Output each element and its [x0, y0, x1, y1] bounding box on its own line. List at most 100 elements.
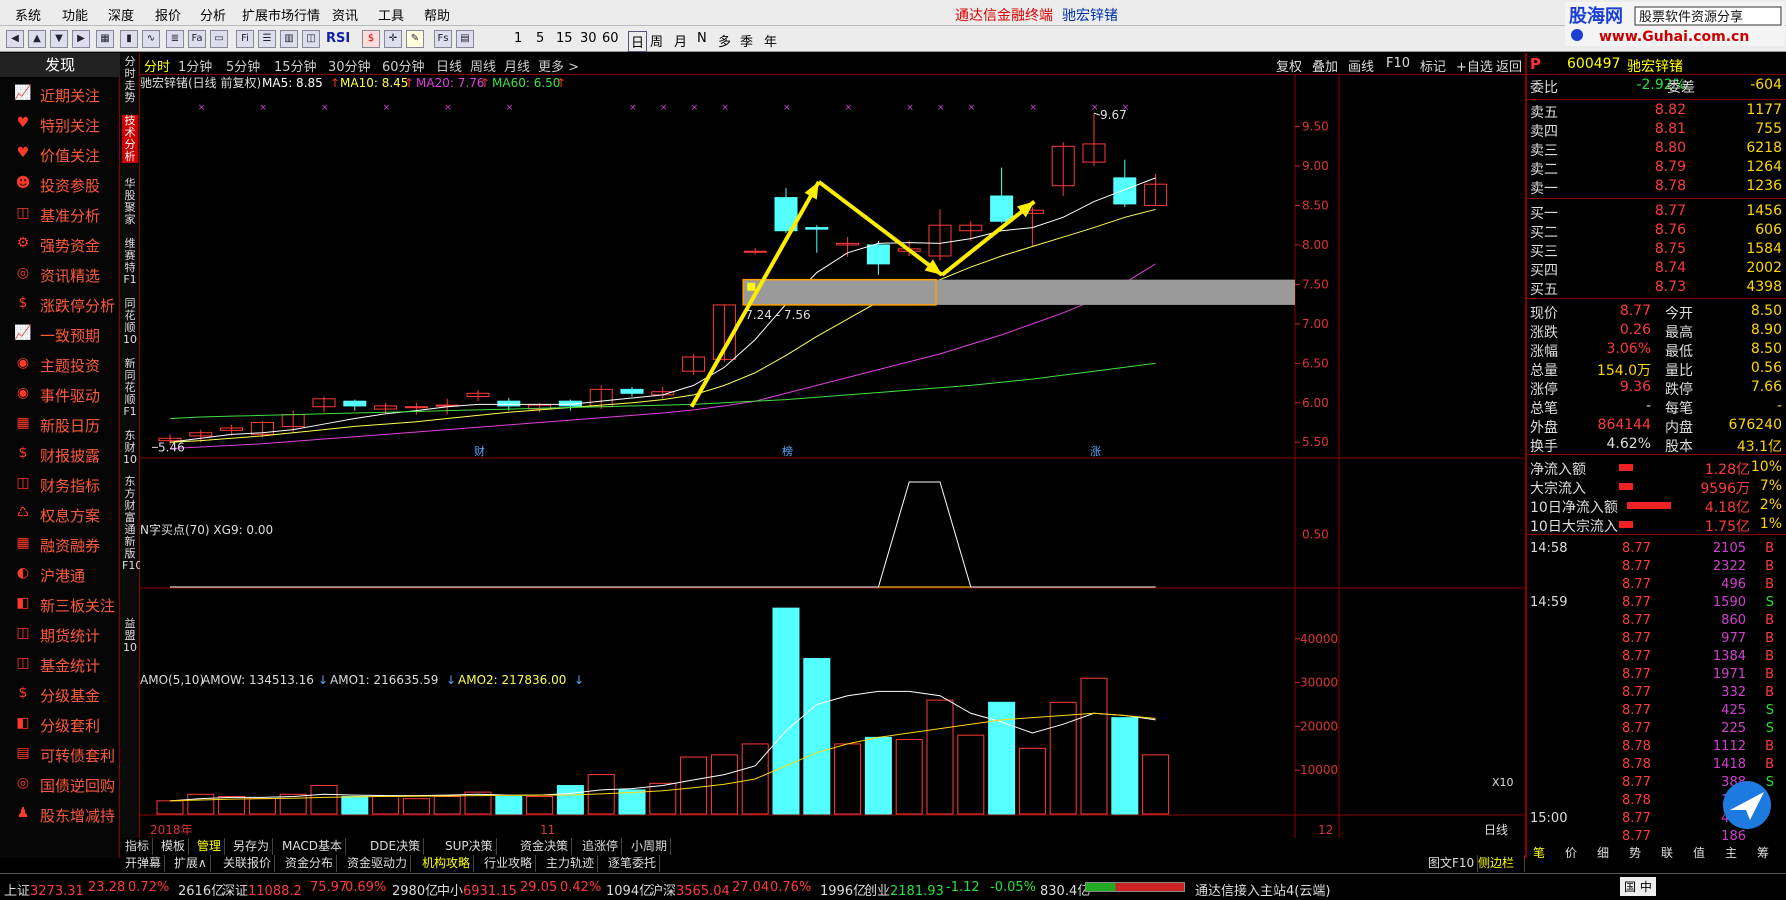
vtab-ths10[interactable]: 同花顺10 — [122, 298, 138, 346]
sidebar-item[interactable]: ◐ 沪港通 — [0, 559, 120, 589]
bottom-tab[interactable]: 小周期 — [628, 838, 672, 855]
menu-function[interactable]: 功能 — [62, 5, 88, 24]
bottom-tab[interactable]: 另存为 — [230, 838, 274, 855]
bottom-tab[interactable]: 模板 — [158, 838, 190, 855]
vtab-newths[interactable]: 新同花顺F1 — [122, 358, 138, 418]
sidebar-item[interactable]: ♥ 价值关注 — [0, 139, 120, 169]
up-icon[interactable]: ▲ — [28, 30, 46, 48]
sidebar-item[interactable]: ▦ 融资融券 — [0, 529, 120, 559]
back-icon[interactable]: ◀ — [6, 30, 24, 48]
f10-graph-button[interactable]: 图文F10 — [1425, 855, 1479, 872]
period-15[interactable]: 15 — [556, 31, 573, 46]
dollar-icon[interactable]: $ — [362, 30, 380, 48]
crosshair-icon[interactable]: ✛ — [384, 30, 402, 48]
forward-icon[interactable]: ▶ — [72, 30, 90, 48]
fs-icon[interactable]: Fs — [434, 30, 452, 48]
quote-tab[interactable]: 筹 — [1757, 844, 1769, 861]
sidebar-item[interactable]: ♟ 股东增减持 — [0, 799, 120, 829]
period-tab-timeshare[interactable]: 分时 — [144, 56, 170, 75]
bottom-tab[interactable]: 资金驱动力 — [344, 855, 412, 872]
sidebar-item[interactable]: $ 涨跌停分析 — [0, 289, 120, 319]
menu-help[interactable]: 帮助 — [424, 5, 450, 24]
bar-icon[interactable]: ▥ — [280, 30, 298, 48]
bottom-tab[interactable]: 追涨停 — [579, 838, 623, 855]
period-tab-month[interactable]: 月线 — [504, 56, 530, 75]
bottom-tab[interactable]: 资金分布 — [282, 855, 338, 872]
bottom-tab[interactable]: 关联报价 — [220, 855, 276, 872]
list-icon[interactable]: ☰ — [258, 30, 276, 48]
sidebar-item[interactable]: ▦ 新股日历 — [0, 409, 120, 439]
period-year[interactable]: 年 — [764, 31, 777, 50]
bottom-tab[interactable]: 机构攻略 — [419, 855, 475, 872]
period-day[interactable]: 日 — [628, 31, 648, 52]
sidebar-item[interactable]: ◫ 基金统计 — [0, 649, 120, 679]
sidebar-item[interactable]: ☻ 投资参股 — [0, 169, 120, 199]
bottom-tab[interactable]: 管理 — [194, 838, 226, 855]
sidebar-item[interactable]: ◧ 新三板关注 — [0, 589, 120, 619]
sidebar-toggle-button[interactable]: 侧边栏< — [1475, 855, 1525, 887]
rsi-button[interactable]: RSI — [326, 31, 350, 46]
overlay-button[interactable]: 叠加 — [1312, 56, 1338, 75]
period-season[interactable]: 季 — [740, 31, 753, 50]
bottom-tab[interactable]: 行业攻略 — [481, 855, 537, 872]
quote-tab[interactable]: 值 — [1693, 844, 1705, 861]
period-5[interactable]: 5 — [536, 31, 544, 46]
table-icon[interactable]: ≣ — [166, 30, 184, 48]
vtab-tech-analysis[interactable]: 技术分析 — [122, 115, 138, 163]
period-week[interactable]: 周 — [650, 31, 663, 50]
quote-tab[interactable]: 价 — [1565, 844, 1577, 861]
f10-button[interactable]: F10 — [1386, 56, 1410, 71]
sidebar-item[interactable]: 📈 近期关注 — [0, 79, 120, 109]
bars-icon[interactable]: ▤ — [456, 30, 474, 48]
menu-news[interactable]: 资讯 — [332, 5, 358, 24]
sidebar-item[interactable]: ◫ 财务指标 — [0, 469, 120, 499]
vtab-dongcai[interactable]: 东财10 — [122, 430, 138, 466]
sidebar-item[interactable]: ◎ 国债逆回购 — [0, 769, 120, 799]
period-tab-more[interactable]: 更多 > — [538, 56, 579, 75]
fq-button[interactable]: 复权 — [1276, 56, 1302, 75]
sidebar-item[interactable]: ◎ 资讯精选 — [0, 259, 120, 289]
period-month[interactable]: 月 — [674, 31, 687, 50]
sidebar-item[interactable]: ◉ 事件驱动 — [0, 379, 120, 409]
bottom-tab[interactable]: DDE决策 — [367, 838, 425, 855]
sidebar-item[interactable]: 📈 一致预期 — [0, 319, 120, 349]
add-watch-button[interactable]: +自选 — [1456, 56, 1493, 75]
menu-ext-market[interactable]: 扩展市场行情 — [242, 5, 320, 24]
bottom-tab[interactable]: MACD基本 — [279, 838, 346, 855]
chart-icon[interactable]: ◫ — [302, 30, 320, 48]
bottom-tab[interactable]: 逐笔委托 — [605, 855, 661, 872]
quote-tab[interactable]: 主 — [1725, 844, 1737, 861]
draw-button[interactable]: 画线 — [1348, 56, 1374, 75]
bird-icon[interactable] — [1718, 780, 1776, 830]
period-1[interactable]: 1 — [514, 31, 522, 46]
sidebar-item[interactable]: ◉ 主题投资 — [0, 349, 120, 379]
period-tab-day[interactable]: 日线 — [436, 56, 462, 75]
period-60[interactable]: 60 — [602, 31, 619, 46]
sidebar-item[interactable]: ▤ 可转债套利 — [0, 739, 120, 769]
period-tab-30min[interactable]: 30分钟 — [328, 56, 371, 75]
sidebar-item[interactable]: $ 分级基金 — [0, 679, 120, 709]
period-tab-5min[interactable]: 5分钟 — [226, 56, 260, 75]
menu-tools[interactable]: 工具 — [378, 5, 404, 24]
sidebar-item[interactable]: ⚙ 强势资金 — [0, 229, 120, 259]
vtab-timeshare[interactable]: 分时走势 — [122, 56, 138, 104]
quote-tab[interactable]: 势 — [1629, 844, 1641, 861]
period-tab-60min[interactable]: 60分钟 — [382, 56, 425, 75]
line-chart-icon[interactable]: ∿ — [142, 30, 160, 48]
vtab-yimeng[interactable]: 益盟10 — [122, 618, 138, 654]
ime-indicator[interactable]: 国 中 — [1620, 877, 1656, 896]
period-30[interactable]: 30 — [580, 31, 597, 46]
sidebar-item[interactable]: ◫ 基准分析 — [0, 199, 120, 229]
sidebar-item[interactable]: ◧ 分级套利 — [0, 709, 120, 739]
bottom-tab[interactable]: 主力轨迹 — [543, 855, 599, 872]
bottom-tab[interactable]: 开弹幕 — [122, 855, 166, 872]
menu-depth[interactable]: 深度 — [108, 5, 134, 24]
period-tab-week[interactable]: 周线 — [470, 56, 496, 75]
bottom-tab[interactable]: 资金决策 — [517, 838, 573, 855]
sidebar-item[interactable]: ♺ 权息方案 — [0, 499, 120, 529]
menu-system[interactable]: 系统 — [15, 5, 41, 24]
quote-tab[interactable]: 细 — [1597, 844, 1609, 861]
pencil-icon[interactable]: ✎ — [406, 30, 424, 48]
sidebar-item[interactable]: ♥ 特别关注 — [0, 109, 120, 139]
bottom-tab[interactable]: SUP决策 — [442, 838, 497, 855]
